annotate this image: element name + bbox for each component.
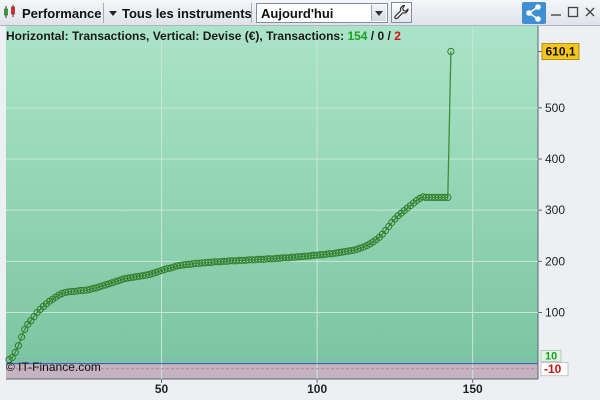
candlestick-chart-icon — [2, 4, 18, 23]
watermark: © IT-Finance.com — [6, 360, 101, 374]
lower-threshold-label: -10 — [544, 362, 562, 376]
x-tick-label: 100 — [307, 382, 327, 396]
last-value-label: 610,1 — [545, 45, 575, 59]
y-tick-label: 400 — [545, 152, 565, 166]
winning-trades-count: 154 — [347, 29, 368, 43]
period-value: Aujourd'hui — [261, 6, 334, 21]
toolbar-divider — [103, 3, 104, 23]
chart-header-text: Horizontal: Transactions, Vertical: Devi… — [6, 29, 348, 43]
toolbar-divider — [251, 3, 252, 23]
y-tick-label: 500 — [545, 101, 565, 115]
performance-chart: 100 200 300 400 500 50 100 150 10-10 610,1 — [0, 26, 600, 400]
period-select[interactable]: Aujourd'hui — [256, 3, 388, 23]
minimize-icon[interactable] — [549, 4, 563, 20]
chart-header: Horizontal: Transactions, Vertical: Devi… — [6, 29, 401, 43]
toolbar: Performance Tous les instruments Aujourd… — [0, 0, 600, 26]
share-icon — [526, 4, 541, 22]
dropdown-arrow-icon — [108, 6, 118, 21]
share-button[interactable] — [522, 2, 546, 24]
header-separator: / — [367, 29, 378, 43]
y-tick-label: 300 — [545, 203, 565, 217]
x-tick-label: 50 — [155, 382, 169, 396]
settings-wrench-button[interactable] — [391, 2, 412, 23]
performance-menu-button[interactable]: Performance — [2, 3, 101, 23]
y-tick-label: 100 — [545, 305, 565, 319]
x-tick-label: 150 — [463, 382, 483, 396]
upper-threshold-label: 10 — [545, 351, 557, 363]
chevron-down-icon[interactable] — [371, 5, 386, 21]
maximize-icon[interactable] — [566, 4, 580, 20]
profit-zone — [6, 26, 538, 364]
instruments-label: Tous les instruments — [122, 5, 252, 21]
header-separator: / — [384, 29, 395, 43]
instruments-filter-button[interactable]: Tous les instruments — [108, 3, 252, 23]
performance-label: Performance — [22, 5, 102, 21]
wrench-icon — [394, 4, 409, 20]
close-icon[interactable] — [583, 4, 597, 20]
y-tick-label: 200 — [545, 254, 565, 268]
losing-trades-count: 2 — [394, 29, 401, 43]
